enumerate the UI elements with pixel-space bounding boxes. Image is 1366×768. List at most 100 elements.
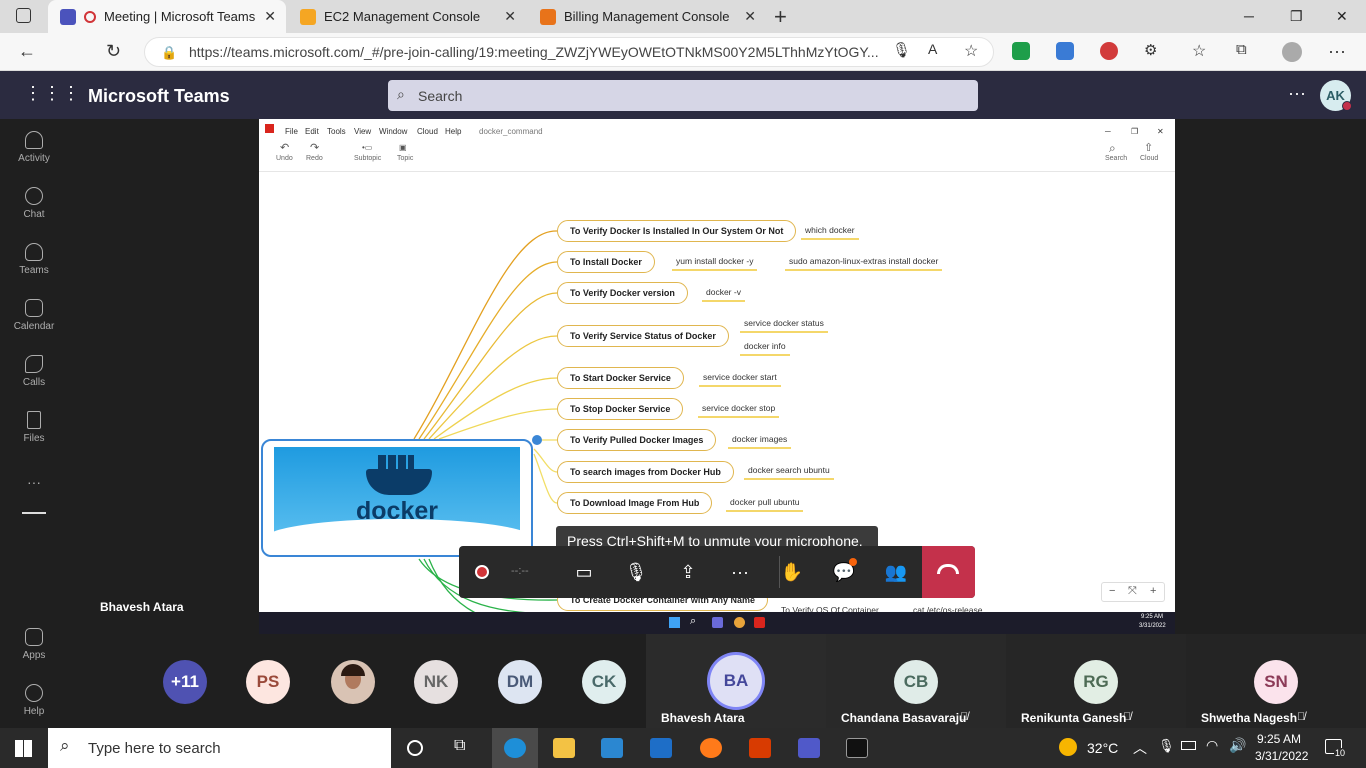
teams-taskbar-icon[interactable] [798, 738, 820, 758]
settings-more-icon[interactable]: ··· [1288, 83, 1306, 104]
weather-temp[interactable]: 32°C [1087, 740, 1118, 756]
back-icon[interactable]: ← [18, 41, 36, 62]
leaf-docker-search-ubuntu[interactable]: docker search ubuntu [744, 465, 834, 480]
more-actions-icon[interactable]: ··· [727, 559, 753, 585]
favorites-bar-icon[interactable]: ☆ [1192, 41, 1206, 61]
rail-item-files[interactable]: Files [0, 411, 68, 444]
battery-icon[interactable] [1181, 741, 1196, 750]
topic-download-image[interactable]: To Download Image From Hub [557, 492, 713, 514]
windows-start-icon[interactable] [15, 740, 32, 757]
rail-item-teams[interactable]: Teams [0, 243, 68, 276]
browser-menu-icon[interactable]: ··· [1328, 41, 1346, 62]
close-window-icon[interactable]: ✕ [1336, 8, 1348, 25]
participant-avatar-cb[interactable]: CB [894, 660, 938, 704]
leaf-docker-pull-ubuntu[interactable]: docker pull ubuntu [726, 497, 804, 512]
camera-off-icon[interactable]: ▭ [571, 559, 597, 585]
new-tab-button[interactable]: + [774, 4, 787, 30]
extension-red-icon[interactable] [1100, 42, 1118, 60]
topic-install-docker[interactable]: To Install Docker [557, 251, 655, 273]
leaf-docker-v[interactable]: docker -v [702, 287, 745, 302]
extensions-icon[interactable]: ⚙ [1144, 41, 1157, 59]
collections-icon[interactable]: ⧉ [1236, 41, 1247, 58]
tab-actions-icon[interactable] [16, 8, 31, 23]
raise-hand-icon[interactable]: ✋ [779, 559, 805, 585]
tab-billing[interactable]: Billing Management Console ✕ [528, 0, 766, 33]
leaf-docker-images[interactable]: docker images [728, 434, 792, 449]
extension-green-icon[interactable] [1012, 42, 1030, 60]
wifi-icon[interactable]: ◠ [1206, 737, 1218, 754]
rail-item-chat[interactable]: Chat [0, 187, 68, 220]
topic-verify-pulled-images[interactable]: To Verify Pulled Docker Images [557, 429, 717, 451]
participant-avatar-dm[interactable]: DM [498, 660, 542, 704]
leaf-amazon-linux-extras[interactable]: sudo amazon-linux-extras install docker [785, 256, 943, 271]
leaf-docker-info[interactable]: docker info [740, 341, 790, 356]
clock-time[interactable]: 9:25 AM [1257, 732, 1301, 746]
taskbar-search-input[interactable]: ⌕ Type here to search [48, 728, 391, 768]
collapse-handle-icon[interactable] [532, 435, 542, 445]
participant-avatar-rg[interactable]: RG [1074, 660, 1118, 704]
zoom-out-icon[interactable]: − [1109, 585, 1115, 597]
read-aloud-icon[interactable]: A [928, 41, 937, 57]
fit-screen-icon[interactable]: ⤧ [1128, 585, 1137, 598]
close-tab-icon[interactable]: ✕ [744, 8, 756, 25]
search-input[interactable]: ⌕ Search [388, 80, 978, 111]
microphone-tray-icon[interactable]: 🎙 [1158, 738, 1175, 754]
topic-search-images[interactable]: To search images from Docker Hub [557, 461, 734, 483]
terminal-icon[interactable] [846, 738, 868, 758]
participants-icon[interactable]: 👥 [883, 559, 909, 585]
favorite-icon[interactable]: ☆ [964, 41, 978, 61]
rail-item-activity[interactable]: Activity [0, 131, 68, 164]
office-icon[interactable] [749, 738, 771, 758]
tab-ec2[interactable]: EC2 Management Console ✕ [288, 0, 526, 33]
overflow-participants-avatar[interactable]: +11 [163, 660, 207, 704]
leaf-yum-install[interactable]: yum install docker -y [672, 256, 758, 271]
firefox-icon[interactable] [700, 738, 722, 758]
tab-teams-meeting[interactable]: Meeting | Microsoft Teams ✕ [48, 0, 286, 33]
mail-icon[interactable] [650, 738, 672, 758]
zoom-in-icon[interactable]: + [1150, 585, 1156, 597]
file-explorer-icon[interactable] [553, 738, 575, 758]
participant-avatar-ck[interactable]: CK [582, 660, 626, 704]
volume-icon[interactable]: 🔊 [1229, 737, 1246, 754]
topic-stop-service[interactable]: To Stop Docker Service [557, 398, 684, 420]
minimize-icon[interactable]: ─ [1244, 8, 1254, 24]
refresh-icon[interactable]: ↻ [106, 41, 121, 62]
mic-muted-icon[interactable]: 🎙 [623, 559, 649, 585]
show-hidden-icons[interactable]: ︿ [1133, 738, 1147, 758]
close-tab-icon[interactable]: ✕ [504, 8, 516, 25]
app-launcher-icon[interactable]: ⋮⋮⋮ [24, 83, 81, 104]
profile-avatar[interactable] [1282, 42, 1302, 62]
cortana-icon[interactable] [407, 740, 423, 756]
rail-item-calls[interactable]: Calls [0, 355, 68, 388]
close-tab-icon[interactable]: ✕ [264, 8, 276, 25]
leaf-service-docker-start[interactable]: service docker start [699, 372, 781, 387]
clock-date[interactable]: 3/31/2022 [1255, 749, 1308, 763]
rail-more-apps[interactable]: ··· [0, 474, 68, 490]
weather-icon[interactable] [1059, 738, 1077, 756]
rail-item-help[interactable]: Help [0, 684, 68, 717]
task-view-icon[interactable]: ⧉ [454, 737, 465, 755]
participant-avatar-ba[interactable]: BA [710, 655, 762, 707]
rail-item-calendar[interactable]: Calendar [0, 299, 68, 332]
restore-icon[interactable]: ❐ [1290, 8, 1303, 25]
participant-avatar-sn[interactable]: SN [1254, 660, 1298, 704]
participant-avatar-photo[interactable] [331, 660, 375, 704]
topic-verify-version[interactable]: To Verify Docker version [557, 282, 688, 304]
topic-start-service[interactable]: To Start Docker Service [557, 367, 684, 389]
share-screen-icon[interactable]: ⇪ [675, 559, 701, 585]
central-topic[interactable]: docker [261, 435, 542, 557]
store-icon[interactable] [601, 738, 623, 758]
edge-icon[interactable] [504, 738, 526, 758]
participant-avatar-nk[interactable]: NK [414, 660, 458, 704]
url-input[interactable]: 🔒 https://teams.microsoft.com/_#/pre-joi… [144, 37, 994, 67]
rail-item-apps[interactable]: Apps [0, 628, 68, 661]
participant-avatar-ps[interactable]: PS [246, 660, 290, 704]
topic-verify-installed[interactable]: To Verify Docker Is Installed In Our Sys… [557, 220, 797, 242]
mic-permission-icon[interactable]: 🎙 [892, 41, 911, 59]
extension-blue-icon[interactable] [1056, 42, 1074, 60]
leaf-which-docker[interactable]: which docker [801, 225, 859, 240]
leaf-service-docker-status[interactable]: service docker status [740, 318, 828, 333]
leave-call-button[interactable] [922, 546, 975, 598]
leaf-service-docker-stop[interactable]: service docker stop [698, 403, 780, 418]
topic-verify-service-status[interactable]: To Verify Service Status of Docker [557, 325, 729, 347]
